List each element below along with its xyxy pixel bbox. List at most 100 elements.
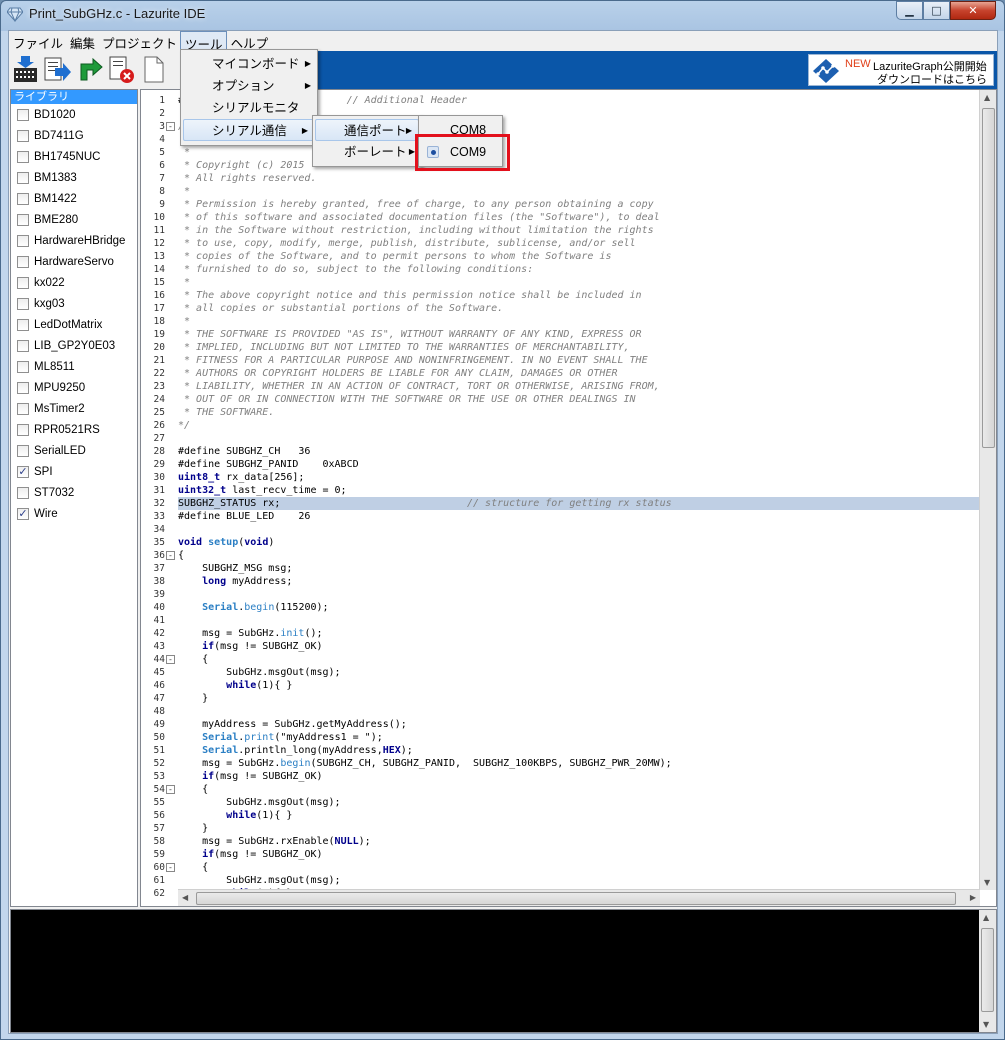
code-line[interactable]: #define BLUE_LED 26 (178, 510, 980, 523)
code-line[interactable]: * IMPLIED, INCLUDING BUT NOT LIMITED TO … (178, 341, 980, 354)
scroll-right-arrow-icon[interactable]: ▶ (970, 893, 976, 902)
scroll-left-arrow-icon[interactable]: ◀ (182, 893, 188, 902)
checkbox-checked-icon[interactable]: ✓ (17, 465, 29, 478)
checkbox-icon[interactable] (17, 129, 29, 142)
library-item[interactable]: MPU9250 (11, 377, 137, 398)
code-line[interactable]: */ (178, 419, 980, 432)
console-scrollbar[interactable]: ▲ ▼ (979, 910, 996, 1032)
code-line[interactable]: * all copies or substantial portions of … (178, 302, 980, 315)
checkbox-icon[interactable] (17, 486, 29, 499)
fold-toggle-icon[interactable]: - (166, 655, 175, 664)
checkbox-icon[interactable] (17, 297, 29, 310)
code-line[interactable]: * (178, 146, 980, 159)
library-item[interactable]: ✓ SPI (11, 461, 137, 482)
title-bar[interactable]: Print_SubGHz.c - Lazurite IDE ▁ □ ✕ (1, 1, 1004, 29)
checkbox-icon[interactable] (17, 444, 29, 457)
checkbox-icon[interactable] (17, 255, 29, 268)
fold-toggle-icon[interactable]: - (166, 122, 175, 131)
scroll-down-arrow-icon[interactable]: ▼ (984, 878, 990, 887)
editor-vertical-scroll-thumb[interactable] (982, 108, 995, 448)
library-item[interactable]: HardwareServo (11, 251, 137, 272)
code-line[interactable]: * to use, copy, modify, merge, publish, … (178, 237, 980, 250)
clean-button[interactable] (107, 54, 136, 85)
code-line[interactable]: * (178, 185, 980, 198)
code-line[interactable]: { (178, 549, 980, 562)
checkbox-icon[interactable] (17, 402, 29, 415)
code-line[interactable]: * The above copyright notice and this pe… (178, 289, 980, 302)
code-line[interactable]: { (178, 783, 980, 796)
library-item[interactable]: ML8511 (11, 356, 137, 377)
minimize-button[interactable]: ▁ (896, 1, 923, 20)
library-item[interactable]: BH1745NUC (11, 146, 137, 167)
code-line[interactable]: * LIABILITY, WHETHER IN AN ACTION OF CON… (178, 380, 980, 393)
rebuild-button[interactable] (75, 54, 104, 85)
library-item[interactable]: BME280 (11, 209, 137, 230)
lazurite-graph-banner[interactable]: NEW LazuriteGraph公開開始 ダウンロードはこちら (808, 54, 994, 86)
checkbox-icon[interactable] (17, 339, 29, 352)
console-scroll-thumb[interactable] (981, 928, 994, 1012)
code-line[interactable]: * THE SOFTWARE. (178, 406, 980, 419)
code-area[interactable]: #include "lazurite.h" // Additional Head… (178, 90, 980, 899)
code-line[interactable]: * AUTHORS OR COPYRIGHT HOLDERS BE LIABLE… (178, 367, 980, 380)
editor-horizontal-scroll-thumb[interactable] (196, 892, 956, 905)
library-item[interactable]: SerialLED (11, 440, 137, 461)
code-line[interactable]: uint32_t last_recv_time = 0; (178, 484, 980, 497)
library-item[interactable]: kxg03 (11, 293, 137, 314)
code-line[interactable]: * FITNESS FOR A PARTICULAR PURPOSE AND N… (178, 354, 980, 367)
checkbox-icon[interactable] (17, 171, 29, 184)
upload-button[interactable] (43, 54, 72, 85)
code-line[interactable] (178, 705, 980, 718)
checkbox-icon[interactable] (17, 213, 29, 226)
code-line[interactable]: } (178, 822, 980, 835)
checkbox-checked-icon[interactable]: ✓ (17, 507, 29, 520)
library-item[interactable]: BD1020 (11, 104, 137, 125)
library-item[interactable]: LedDotMatrix (11, 314, 137, 335)
new-file-button[interactable] (139, 54, 168, 85)
editor-vertical-scrollbar[interactable]: ▲ ▼ (979, 90, 996, 890)
library-item[interactable]: BM1383 (11, 167, 137, 188)
code-line[interactable]: * in the Software without restriction, i… (178, 224, 980, 237)
code-line[interactable]: while(1){ } (178, 679, 980, 692)
library-item[interactable]: BM1422 (11, 188, 137, 209)
menu-edit[interactable]: 編集 (66, 31, 98, 51)
code-line[interactable]: * (178, 315, 980, 328)
maximize-button[interactable]: □ (923, 1, 950, 20)
code-line[interactable]: Serial.begin(115200); (178, 601, 980, 614)
code-line[interactable]: Serial.print("myAddress1 = "); (178, 731, 980, 744)
scroll-up-arrow-icon[interactable]: ▲ (984, 93, 990, 102)
tools-menu-serial-comm[interactable]: シリアル通信 ▶ (183, 119, 315, 141)
code-line[interactable]: #define SUBGHZ_PANID 0xABCD (178, 458, 980, 471)
close-button[interactable]: ✕ (950, 1, 996, 20)
code-line[interactable]: long myAddress; (178, 575, 980, 588)
code-line[interactable]: void setup(void) (178, 536, 980, 549)
fold-toggle-icon[interactable]: - (166, 551, 175, 560)
checkbox-icon[interactable] (17, 150, 29, 163)
code-line[interactable]: * OUT OF OR IN CONNECTION WITH THE SOFTW… (178, 393, 980, 406)
menu-project[interactable]: プロジェクト (98, 31, 180, 51)
checkbox-icon[interactable] (17, 381, 29, 394)
menu-help[interactable]: ヘルプ (227, 31, 272, 51)
code-editor[interactable]: 1 2 3-4 5 6 7 8 9 10 11 12 13 14 15 16 17 18 19 20 21 22 23 24… (140, 89, 997, 907)
tools-menu-serial-monitor[interactable]: シリアルモニタ (181, 97, 317, 119)
code-line[interactable]: } (178, 692, 980, 705)
library-item[interactable]: RPR0521RS (11, 419, 137, 440)
code-line[interactable] (178, 523, 980, 536)
code-line[interactable]: msg = SubGHz.rxEnable(NULL); (178, 835, 980, 848)
console-scroll-down-icon[interactable]: ▼ (983, 1020, 989, 1029)
checkbox-icon[interactable] (17, 360, 29, 373)
code-line[interactable]: { (178, 861, 980, 874)
code-line[interactable]: * of this software and associated docume… (178, 211, 980, 224)
checkbox-icon[interactable] (17, 276, 29, 289)
fold-toggle-icon[interactable]: - (166, 863, 175, 872)
menu-file[interactable]: ファイル (9, 31, 66, 51)
code-line[interactable]: * furnished to do so, subject to the fol… (178, 263, 980, 276)
build-button[interactable] (11, 54, 40, 85)
code-line[interactable]: SUBGHZ_MSG msg; (178, 562, 980, 575)
checkbox-icon[interactable] (17, 234, 29, 247)
code-line[interactable]: * copies of the Software, and to permit … (178, 250, 980, 263)
library-item[interactable]: HardwareHBridge (11, 230, 137, 251)
checkbox-icon[interactable] (17, 192, 29, 205)
checkbox-icon[interactable] (17, 318, 29, 331)
code-line[interactable]: * Copyright (c) 2015 (178, 159, 980, 172)
code-line[interactable] (178, 614, 980, 627)
